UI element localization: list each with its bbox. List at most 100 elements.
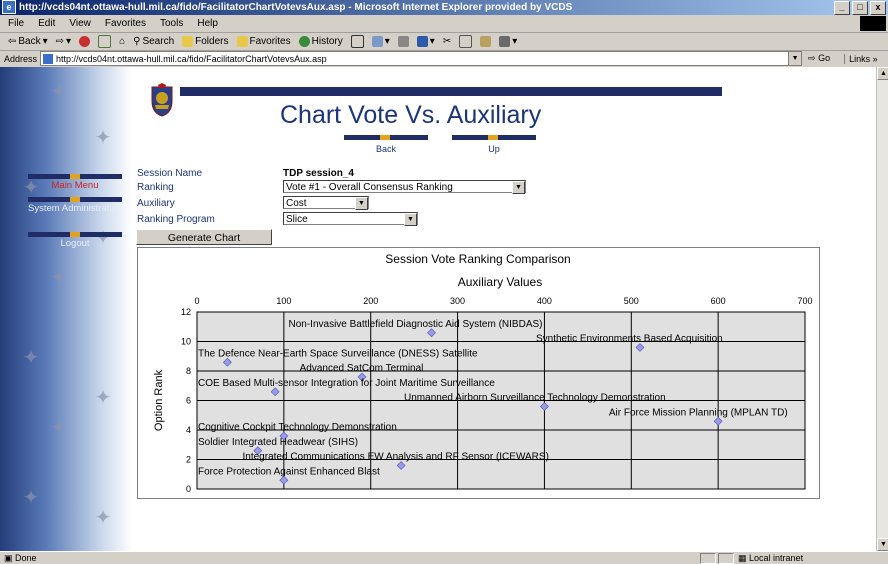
auxiliary-select-value: Cost: [286, 198, 307, 209]
search-button[interactable]: ⚲ Search: [133, 36, 174, 47]
forward-button[interactable]: ⇨ ▾: [56, 36, 71, 47]
chart-container: 0 100 200 300 400 500 600 700 0 2 4 6 8 10 12 Session V…: [137, 247, 820, 499]
page-icon: [43, 53, 54, 64]
links-button[interactable]: Links »: [844, 53, 878, 64]
menu-favorites[interactable]: Favorites: [105, 18, 146, 29]
point-label: Soldier Integrated Headwear (SIHS): [198, 437, 358, 448]
maple-leaf-icon: ✦: [22, 487, 40, 509]
menu-bar: File Edit View Favorites Tools Help: [0, 15, 888, 33]
y-tick-label: 2: [186, 455, 191, 465]
refresh-button[interactable]: [98, 35, 112, 48]
maple-leaf-icon: ✦: [22, 347, 40, 369]
word-icon: [416, 36, 428, 47]
y-tick-label: 12: [181, 307, 191, 317]
ranking-label: Ranking: [137, 182, 174, 193]
history-button[interactable]: History: [298, 36, 343, 47]
page-title: Chart Vote Vs. Auxiliary: [280, 101, 542, 129]
menu-edit[interactable]: Edit: [38, 18, 55, 29]
stop-button[interactable]: [79, 36, 91, 47]
folders-button[interactable]: Folders: [182, 36, 229, 47]
x-tick-label: 500: [624, 296, 639, 306]
generate-chart-button[interactable]: Generate Chart: [136, 229, 272, 245]
x-tick-label: 200: [363, 296, 378, 306]
maple-leaf-icon: ✦: [50, 81, 68, 103]
status-bar: ▣ Done ▦ Local intranet: [0, 551, 888, 564]
ie-icon: e: [2, 0, 16, 15]
ranking-program-select[interactable]: Slice ▼: [283, 212, 418, 226]
close-button[interactable]: x: [870, 1, 886, 15]
go-button[interactable]: ⇨ Go: [808, 53, 830, 64]
scroll-down-icon[interactable]: ▼: [877, 538, 888, 551]
address-dropdown-button[interactable]: ▼: [788, 52, 802, 65]
auxiliary-label: Auxiliary: [137, 198, 175, 209]
cut-button[interactable]: ✂: [443, 36, 451, 47]
window-title: http://vcds04nt.ottawa-hull.mil.ca/fido/…: [19, 2, 573, 13]
windows-logo-icon: [860, 16, 886, 31]
history-label: History: [311, 36, 343, 47]
back-button[interactable]: ⇦ Back ▾: [8, 36, 48, 47]
address-input[interactable]: http://vcds04nt.ottawa-hull.mil.ca/fido/…: [40, 51, 803, 66]
zone-label: Local intranet: [749, 553, 804, 563]
back-nav-label: Back: [375, 144, 396, 154]
y-tick-label: 0: [186, 484, 191, 494]
chevron-down-icon: ▼: [355, 197, 368, 210]
point-label: Non-Invasive Battlefield Diagnostic Aid …: [289, 319, 543, 330]
up-nav-label: Up: [488, 144, 500, 154]
back-nav-button[interactable]: Back: [344, 135, 428, 154]
up-nav-button[interactable]: Up: [452, 135, 536, 154]
nav-bar-indicator: [452, 135, 536, 140]
translate-button[interactable]: ▾: [499, 36, 517, 47]
address-label: Address: [4, 53, 38, 64]
y-tick-label: 4: [186, 425, 191, 435]
minimize-button[interactable]: _: [834, 1, 850, 15]
point-label: COE Based Multi-sensor Integration for J…: [198, 378, 495, 389]
home-button[interactable]: ⌂: [119, 36, 125, 47]
point-label: Unmanned Airborn Surveillance Technology…: [404, 393, 666, 404]
copy-button[interactable]: [459, 35, 473, 48]
ranking-select[interactable]: Vote #1 - Overall Consensus Ranking ▼: [283, 180, 526, 194]
address-url: http://vcds04nt.ottawa-hull.mil.ca/fido/…: [56, 53, 327, 64]
translate-icon: [499, 36, 511, 47]
sidebar-bar-indicator: [28, 232, 122, 237]
mail-icon: [371, 36, 383, 47]
vertical-scrollbar[interactable]: ▲ ▼: [876, 67, 888, 551]
menu-tools[interactable]: Tools: [160, 18, 183, 29]
go-arrow-icon: ⇨: [808, 53, 816, 63]
ranking-program-label: Ranking Program: [137, 214, 215, 225]
refresh-icon: [98, 35, 112, 48]
intranet-icon: ▦: [738, 553, 747, 563]
sidebar-item-logout[interactable]: Logout: [28, 232, 122, 249]
x-tick-label: 300: [450, 296, 465, 306]
scroll-up-icon[interactable]: ▲: [877, 67, 888, 80]
page-done-icon: ▣: [4, 553, 13, 563]
menu-file[interactable]: File: [8, 18, 24, 29]
maximize-button[interactable]: □: [852, 1, 868, 15]
sidebar-item-label: Logout: [60, 238, 90, 249]
folder-icon: [182, 36, 194, 47]
print-icon: [397, 36, 409, 47]
mail-button[interactable]: ▾: [371, 36, 390, 47]
y-axis-label: Option Rank: [153, 369, 165, 431]
x-tick-label: 100: [276, 296, 291, 306]
forward-arrow-icon: ⇨: [55, 36, 65, 47]
scatter-chart: 0 100 200 300 400 500 600 700 0 2 4 6 8 10 12 Session V…: [153, 252, 813, 494]
maple-leaf-icon: ✦: [50, 267, 68, 289]
auxiliary-select[interactable]: Cost ▼: [283, 196, 369, 210]
sidebar-bar-indicator: [28, 197, 122, 202]
status-cell: [718, 553, 734, 564]
menu-help[interactable]: Help: [197, 18, 218, 29]
fullscreen-button[interactable]: [350, 35, 364, 48]
sidebar-item-main-menu[interactable]: Main Menu: [28, 174, 122, 191]
edit-button[interactable]: ▾: [416, 36, 435, 47]
sidebar-item-system-administration[interactable]: System Administration: [28, 197, 122, 214]
x-tick-label: 400: [537, 296, 552, 306]
point-label: Force Protection Against Enhanced Blast: [198, 466, 380, 477]
maple-leaf-icon: ✦: [94, 507, 112, 529]
x-tick-label: 0: [194, 296, 199, 306]
favorites-button[interactable]: Favorites: [236, 36, 291, 47]
paste-button[interactable]: [480, 36, 492, 47]
menu-view[interactable]: View: [69, 18, 91, 29]
chart-title: Session Vote Ranking Comparison: [385, 252, 570, 266]
nav-bar-indicator: [344, 135, 428, 140]
print-button[interactable]: [397, 36, 409, 47]
